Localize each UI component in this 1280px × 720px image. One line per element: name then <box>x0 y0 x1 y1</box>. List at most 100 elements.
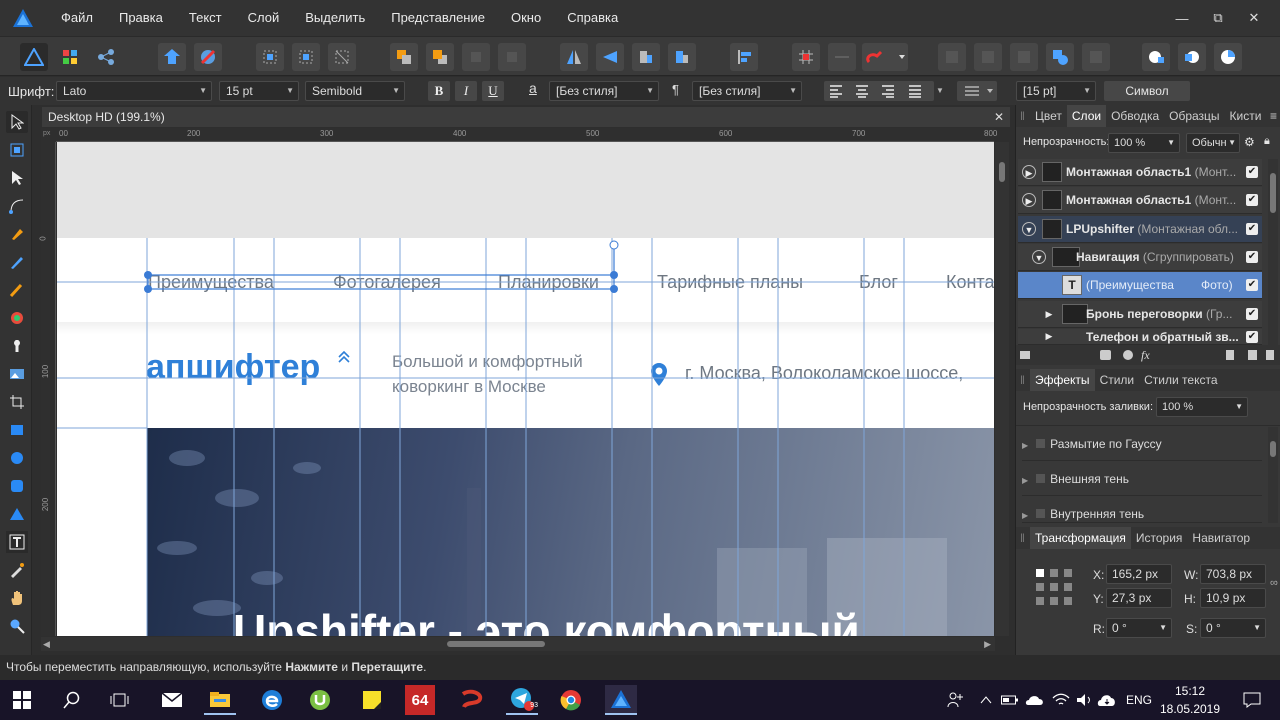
chevron-right-icon[interactable]: ▶ <box>1022 476 1028 485</box>
effects-scroll-thumb[interactable] <box>1270 441 1276 457</box>
hand-tool-icon[interactable] <box>6 587 28 609</box>
flip-vertical-icon[interactable] <box>596 43 624 71</box>
tab-color[interactable]: Цвет <box>1030 109 1067 123</box>
design-canvas[interactable]: Upshifter - это комфортный Преимущества … <box>57 142 994 636</box>
boolean-divide-disabled-icon[interactable] <box>1082 43 1110 71</box>
insert-behind-icon[interactable] <box>1142 43 1170 71</box>
para-style-dropdown[interactable]: [Без стиля] ▼ <box>692 81 802 101</box>
font-family-dropdown[interactable]: Lato ▼ <box>56 81 212 101</box>
scroll-right-icon[interactable]: ▶ <box>984 639 991 650</box>
chrome-icon[interactable] <box>555 685 587 715</box>
italic-button[interactable]: I <box>455 81 477 101</box>
expand-icon[interactable]: ▶ <box>1022 193 1036 207</box>
panel-menu-icon[interactable]: ≡ <box>1270 109 1280 123</box>
snapping-magnet-icon[interactable] <box>862 43 908 71</box>
font-weight-dropdown[interactable]: Semibold ▼ <box>305 81 405 101</box>
font-size-dropdown[interactable]: 15 pt ▼ <box>219 81 299 101</box>
minimize-button[interactable]: — <box>1164 11 1200 26</box>
mail-icon[interactable] <box>156 685 188 715</box>
clock-time[interactable]: 15:12 <box>1160 684 1220 698</box>
chevron-right-icon[interactable]: ▶ <box>1022 441 1028 450</box>
tab-navigator[interactable]: Навигатор <box>1187 531 1255 545</box>
layer-row[interactable]: ▶ Телефон и обратный зв... ✔ <box>1018 329 1262 345</box>
assistant-icon[interactable] <box>194 43 222 71</box>
tab-layers[interactable]: Слои <box>1066 105 1107 127</box>
vertical-scrollbar[interactable] <box>995 142 1009 636</box>
blend-mode-dropdown[interactable]: Обычн ▼ <box>1186 133 1240 153</box>
collapse-icon[interactable]: ▼ <box>1022 222 1036 236</box>
close-window-button[interactable]: ✕ <box>1236 10 1272 26</box>
layer-row-selected[interactable]: T (Преимущества Фото) ✔ <box>1018 272 1262 299</box>
transform-origin-icon[interactable] <box>328 43 356 71</box>
menu-help[interactable]: Справка <box>554 0 631 36</box>
effect-checkbox[interactable] <box>1036 509 1046 518</box>
chevron-right-icon[interactable]: ▶ <box>1022 511 1028 520</box>
panel-grip-icon[interactable]: ‖ <box>1016 109 1030 123</box>
document-tab[interactable]: Desktop HD (199.1%) ✕ <box>42 107 1010 127</box>
visibility-checkbox[interactable]: ✔ <box>1246 166 1258 178</box>
fill-tool-icon[interactable] <box>6 307 28 329</box>
flip-horizontal-icon[interactable] <box>560 43 588 71</box>
menu-layer[interactable]: Слой <box>235 0 293 36</box>
export-persona-icon[interactable] <box>92 43 120 71</box>
corner-tool-icon[interactable] <box>6 195 28 217</box>
vertical-ruler[interactable]: 0 100 200 <box>39 142 56 636</box>
scroll-left-icon[interactable]: ◀ <box>43 639 50 650</box>
show-hidden-icons-chevron-icon[interactable] <box>976 685 996 715</box>
link-proportions-icon[interactable]: ∞ <box>1270 577 1278 589</box>
tab-transform[interactable]: Трансформация <box>1030 527 1131 549</box>
menu-text[interactable]: Текст <box>176 0 235 36</box>
arrange-forward-icon[interactable] <box>426 43 454 71</box>
effects-scrollbar[interactable] <box>1268 427 1278 523</box>
snapping-options-icon[interactable] <box>828 43 856 71</box>
lock-icon[interactable]: 🔒︎ <box>1264 135 1270 148</box>
layer-row[interactable]: ▼ LPUpshifter (Монтажная обл... ✔ <box>1018 216 1262 243</box>
designer-persona-icon[interactable] <box>20 43 48 71</box>
insert-top-icon[interactable] <box>1178 43 1206 71</box>
bold-button[interactable]: B <box>428 81 450 101</box>
visibility-checkbox[interactable]: ✔ <box>1246 223 1258 235</box>
shear-field[interactable]: 0 ° ▼ <box>1200 618 1266 638</box>
layers-scrollbar[interactable] <box>1268 159 1278 345</box>
menu-file[interactable]: Файл <box>48 0 106 36</box>
arrange-back-icon[interactable] <box>390 43 418 71</box>
visibility-checkbox[interactable]: ✔ <box>1246 279 1258 291</box>
tab-brushes[interactable]: Кисти <box>1225 109 1267 123</box>
crop-tool-icon[interactable] <box>6 391 28 413</box>
cloud-sync-icon[interactable] <box>1096 685 1118 715</box>
vertical-scroll-thumb[interactable] <box>999 162 1005 182</box>
sticky-notes-icon[interactable] <box>356 685 388 715</box>
edge-browser-icon[interactable] <box>256 685 288 715</box>
arrange-top-disabled-icon[interactable] <box>498 43 526 71</box>
pencil-tool-icon[interactable] <box>6 251 28 273</box>
input-language[interactable]: ENG <box>1126 693 1152 707</box>
panel-grip-icon[interactable]: ‖ <box>1016 373 1030 387</box>
char-style-dropdown[interactable]: [Без стиля] ▼ <box>549 81 659 101</box>
task-view-icon[interactable] <box>104 685 136 715</box>
notification-center-icon[interactable] <box>1236 685 1268 715</box>
tab-effects[interactable]: Эффекты <box>1030 369 1095 391</box>
tab-swatches[interactable]: Образцы <box>1164 109 1224 123</box>
layer-row[interactable]: ▶ Монтажная область1 (Монт... ✔ <box>1018 159 1262 186</box>
width-field[interactable]: 703,8 px <box>1200 564 1266 584</box>
rectangle-tool-icon[interactable] <box>6 419 28 441</box>
transparency-tool-icon[interactable] <box>6 335 28 357</box>
layer-row[interactable]: ▶ Монтажная область1 (Монт... ✔ <box>1018 187 1262 214</box>
boolean-intersect-disabled-icon[interactable] <box>1010 43 1038 71</box>
height-field[interactable]: 10,9 px <box>1200 588 1266 608</box>
triangle-tool-icon[interactable] <box>6 503 28 525</box>
expand-icon[interactable]: ▶ <box>1042 329 1056 343</box>
pixel-persona-icon[interactable] <box>56 43 84 71</box>
paragraph-spacing-button[interactable] <box>957 81 997 101</box>
effect-gaussian-blur[interactable]: ▶ Размытие по Гауссу <box>1022 427 1262 461</box>
rotation-field[interactable]: 0 ° ▼ <box>1106 618 1172 638</box>
artboard-tool-icon[interactable] <box>6 139 28 161</box>
layer-row[interactable]: ▶ Бронь переговорки (Гр... ✔ <box>1018 301 1262 328</box>
close-document-icon[interactable]: ✕ <box>994 107 1004 127</box>
rotate-right-icon[interactable] <box>668 43 696 71</box>
chevron-down-icon[interactable]: ▼ <box>936 86 944 95</box>
y-field[interactable]: 27,3 px <box>1106 588 1172 608</box>
horizontal-scrollbar[interactable]: ◀ ▶ <box>41 637 995 651</box>
search-icon[interactable] <box>56 685 88 715</box>
menu-select[interactable]: Выделить <box>292 0 378 36</box>
